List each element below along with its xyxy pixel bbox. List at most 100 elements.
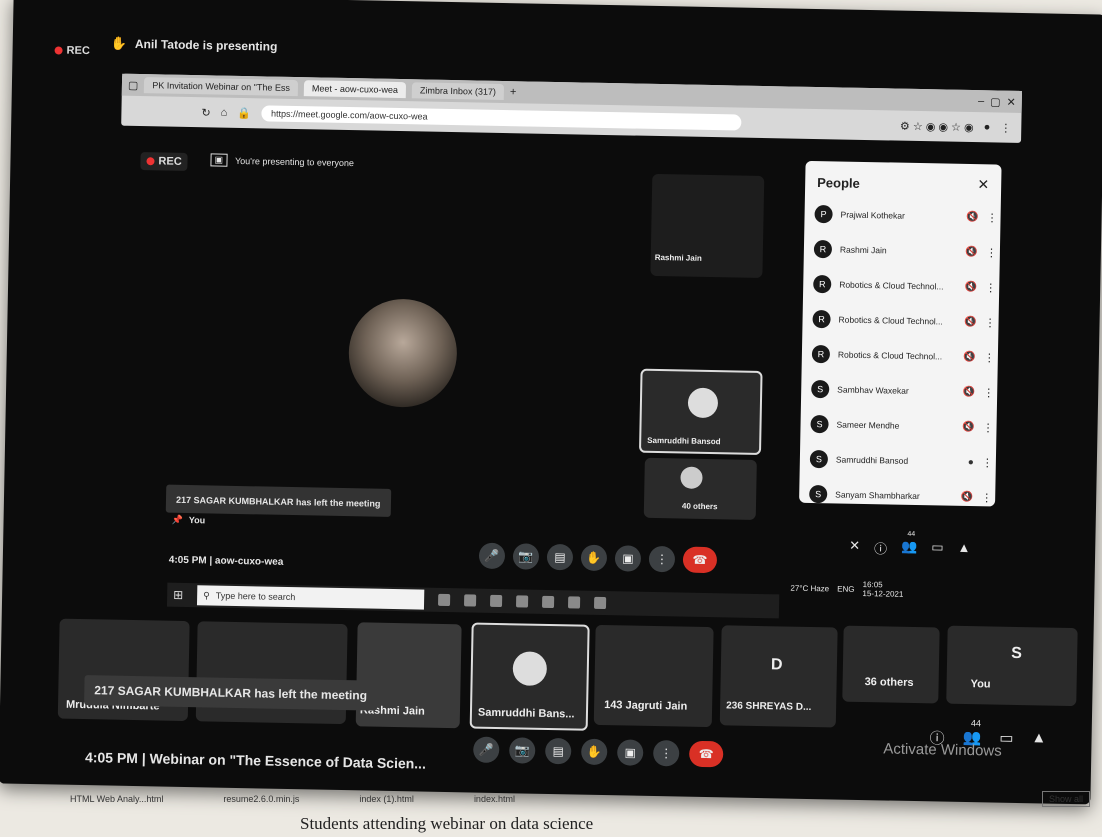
raise-hand-button[interactable]: ✋ (580, 544, 608, 572)
present-button[interactable]: ▣ (614, 545, 642, 572)
avatar: S (811, 379, 830, 399)
menu-icon[interactable]: ⋮ (1000, 121, 1011, 134)
tile-rashmi[interactable]: Rashmi Jain (355, 622, 462, 729)
photo-caption: Students attending webinar on data scien… (300, 814, 594, 833)
extension-icons[interactable]: ⚙ ☆ ◉ ◉ ☆ ◉ (900, 119, 974, 133)
participant-row[interactable]: R Robotics & Cloud Technol... 🔇 ⋮ (811, 343, 995, 368)
windows-start-icon[interactable]: ⊞ (173, 588, 183, 602)
more-vert-icon[interactable]: ⋮ (983, 386, 994, 399)
tab-zimbra[interactable]: Zimbra Inbox (317) (411, 82, 505, 101)
leave-call-button[interactable]: ☎ (682, 546, 718, 574)
download-item[interactable]: index (1).html (359, 794, 414, 804)
date-text: 15-12-2021 (862, 588, 904, 599)
chat-icon[interactable]: ▭ (931, 539, 944, 558)
left-meeting-toast: 217 SAGAR KUMBHALKAR has left the meetin… (165, 484, 391, 517)
mic-off-icon[interactable]: 🔇 (961, 491, 974, 502)
captions-button[interactable]: ▤ (546, 543, 574, 571)
leave-call-button[interactable]: ☎ (688, 740, 724, 768)
more-vert-icon[interactable]: ⋮ (985, 281, 996, 294)
reload-icon[interactable]: ↻ (201, 106, 210, 119)
tile-you[interactable]: S You (946, 625, 1078, 707)
participant-row[interactable]: S Sameer Mendhe 🔇 ⋮ (810, 413, 994, 438)
more-vert-icon[interactable]: ⋮ (986, 246, 997, 259)
mic-off-icon[interactable]: 🔇 (965, 246, 978, 257)
info-icon[interactable]: ⓘ (874, 538, 887, 557)
more-options-button[interactable]: ⋮ (652, 740, 680, 767)
avatar-letter: S (1011, 644, 1023, 663)
pin-icon: 📌 (171, 514, 183, 525)
more-vert-icon[interactable]: ⋮ (981, 491, 992, 504)
taskbar-app-icon[interactable] (542, 595, 555, 609)
participant-name: Sanyam Shambharkar (835, 489, 920, 502)
tile-rashmi-inner[interactable]: Rashmi Jain (650, 173, 765, 279)
tile-jagruti[interactable]: 143 Jagruti Jain (593, 624, 714, 728)
maximize-icon[interactable]: ▢ (990, 95, 1001, 108)
more-options-button[interactable]: ⋮ (648, 545, 676, 573)
tile-name: Rashmi Jain (654, 252, 702, 263)
tile-shreyas[interactable]: D 236 SHREYAS D... (719, 625, 838, 728)
people-icon[interactable]: 👥 44 (901, 531, 917, 558)
participant-row[interactable]: P Prajwal Kothekar 🔇 ⋮ (814, 203, 998, 228)
taskview-icon[interactable] (438, 593, 451, 607)
activities-icon[interactable]: ▲ (1031, 729, 1046, 750)
mic-off-icon[interactable]: 🔇 (965, 281, 978, 292)
avatar: P (814, 205, 833, 224)
mic-off-icon[interactable]: 🔇 (964, 316, 977, 327)
avatar: S (809, 484, 828, 504)
taskbar-app-icon[interactable] (516, 595, 529, 608)
avatar: R (813, 240, 833, 259)
search-placeholder: Type here to search (215, 590, 296, 603)
inner-side-icons: ✕ ⓘ 👥 44 ▭ ▲ (849, 531, 971, 559)
download-item[interactable]: HTML Web Analy...html (70, 794, 163, 804)
mic-off-icon[interactable]: 🔇 (963, 386, 976, 397)
inner-rec-label: REC (158, 155, 182, 168)
mic-toggle-button[interactable]: 🎤 (478, 542, 506, 570)
more-vert-icon[interactable]: ⋮ (986, 211, 997, 224)
download-item[interactable]: index.html (474, 794, 515, 804)
tile-others[interactable]: 36 others (842, 625, 940, 704)
home-icon[interactable]: ⌂ (221, 107, 228, 119)
participant-row[interactable]: S Sanyam Shambharkar 🔇 ⋮ (809, 483, 992, 508)
minimize-icon[interactable]: – (978, 95, 984, 107)
participant-row[interactable]: R Robotics & Cloud Technol... 🔇 ⋮ (813, 273, 996, 298)
new-tab-icon[interactable]: + (510, 86, 517, 98)
mic-toggle-button[interactable]: 🎤 (473, 736, 500, 764)
captions-button[interactable]: ▤ (544, 737, 572, 765)
tile-others-inner[interactable]: 40 others (643, 457, 757, 520)
taskbar-app-icon[interactable] (594, 596, 607, 610)
tab-invitation[interactable]: PK Invitation Webinar on "The Ess (144, 77, 299, 97)
speaking-icon[interactable]: ● (968, 456, 974, 467)
show-all-button[interactable]: Show all (1041, 791, 1090, 807)
url-field[interactable]: https://meet.google.com/aow-cuxo-wea (260, 105, 742, 131)
close-window-icon[interactable]: ✕ (1006, 95, 1015, 108)
taskbar-app-icon[interactable] (490, 594, 503, 608)
tile-samruddhi[interactable]: Samruddhi Bans... (469, 622, 590, 731)
participant-row[interactable]: S Samruddhi Bansod ● ⋮ (809, 448, 993, 473)
participant-name: Robotics & Cloud Technol... (838, 314, 943, 327)
camera-toggle-button[interactable]: 📷 (512, 543, 540, 570)
lang-text: ENG (837, 584, 855, 594)
mic-off-icon[interactable]: 🔇 (962, 421, 975, 432)
present-button[interactable]: ▣ (616, 739, 644, 766)
profile-avatar-icon[interactable]: ● (984, 121, 991, 133)
activities-icon[interactable]: ▲ (957, 540, 970, 559)
more-vert-icon[interactable]: ⋮ (982, 421, 993, 434)
tile-samruddhi-inner[interactable]: Samruddhi Bansod (638, 368, 763, 456)
mic-off-icon[interactable]: 🔇 (963, 351, 976, 362)
camera-toggle-button[interactable]: 📷 (508, 737, 536, 764)
participant-row[interactable]: R Robotics & Cloud Technol... 🔇 ⋮ (812, 308, 996, 333)
more-vert-icon[interactable]: ⋮ (982, 456, 993, 469)
tab-meet[interactable]: Meet - aow-cuxo-wea (303, 80, 407, 99)
participant-row[interactable]: S Sambhav Waxekar 🔇 ⋮ (811, 378, 994, 403)
more-vert-icon[interactable]: ⋮ (984, 351, 995, 364)
participant-row[interactable]: R Rashmi Jain 🔇 ⋮ (813, 238, 997, 263)
raise-hand-button[interactable]: ✋ (580, 738, 608, 766)
screen-share-icon: ▣ (210, 153, 228, 167)
download-item[interactable]: resume2.6.0.min.js (223, 794, 299, 804)
taskbar-app-icon[interactable] (464, 594, 477, 607)
more-vert-icon[interactable]: ⋮ (984, 316, 995, 329)
taskbar-app-icon[interactable] (568, 596, 581, 609)
mic-off-icon[interactable]: 🔇 (966, 211, 979, 222)
close-panel-icon[interactable]: ✕ (977, 176, 989, 193)
taskbar-search[interactable]: ⚲ Type here to search (197, 585, 425, 610)
